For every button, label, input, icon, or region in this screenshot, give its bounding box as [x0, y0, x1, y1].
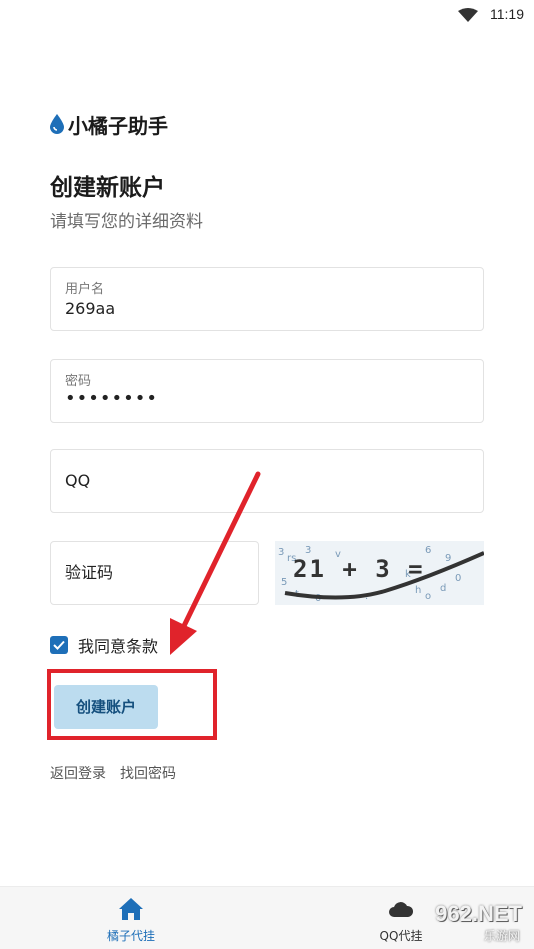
svg-text:5: 5 — [281, 577, 287, 588]
agree-row[interactable]: 我同意条款 — [50, 633, 158, 657]
qq-placeholder: QQ — [65, 471, 91, 490]
username-value[interactable]: 269aa — [65, 299, 115, 318]
svg-text:6: 6 — [425, 545, 431, 556]
agree-checkbox[interactable] — [50, 636, 68, 654]
brand-name: 小橘子助手 — [68, 113, 168, 138]
qq-field[interactable]: QQ — [50, 449, 484, 513]
recover-password-link[interactable]: 找回密码 — [120, 763, 176, 783]
page-subtitle: 请填写您的详细资料 — [50, 212, 203, 232]
back-to-login-link[interactable]: 返回登录 — [50, 763, 106, 783]
status-bar: 11:19 — [0, 0, 534, 30]
home-icon — [119, 898, 143, 920]
create-account-button[interactable]: 创建账户 — [54, 685, 158, 729]
captcha-placeholder: 验证码 — [65, 563, 114, 582]
username-field[interactable]: 用户名 269aa — [50, 267, 484, 331]
svg-text:0: 0 — [455, 573, 461, 584]
page-title: 创建新账户 — [50, 175, 165, 201]
tab-home[interactable]: 橘子代挂 — [56, 887, 206, 949]
watermark-sub: 乐游网 — [483, 929, 520, 943]
svg-text:o: o — [425, 591, 431, 602]
username-label: 用户名 — [65, 282, 105, 297]
captcha-image[interactable]: 3 rs 3 5v6 hod 00. kt9 21 + 3 = — [275, 541, 484, 605]
password-value[interactable]: •••••••• — [65, 388, 158, 409]
status-time: 11:19 — [490, 6, 524, 22]
svg-text:3: 3 — [278, 547, 284, 558]
auth-links: 返回登录 找回密码 — [50, 763, 176, 783]
tab-home-label: 橘子代挂 — [106, 929, 155, 943]
wifi-icon — [458, 8, 478, 22]
captcha-field[interactable]: 验证码 — [50, 541, 259, 605]
captcha-text: 21 + 3 = — [293, 555, 425, 583]
password-label: 密码 — [65, 374, 92, 389]
watermark-main: 962.NET — [435, 901, 522, 926]
password-field[interactable]: 密码 •••••••• — [50, 359, 484, 423]
watermark: 962.NET 乐游网 — [390, 901, 530, 945]
svg-text:d: d — [440, 583, 446, 594]
svg-text:9: 9 — [445, 553, 451, 564]
captcha-graphic: 3rs3 5v 6 hod 00. kt9 21 + 3 = — [278, 545, 484, 604]
check-icon — [53, 640, 65, 650]
brand: 小橘子助手 — [50, 110, 168, 138]
agree-label: 我同意条款 — [78, 637, 159, 656]
svg-text:h: h — [415, 585, 421, 596]
water-drop-icon — [50, 114, 64, 134]
